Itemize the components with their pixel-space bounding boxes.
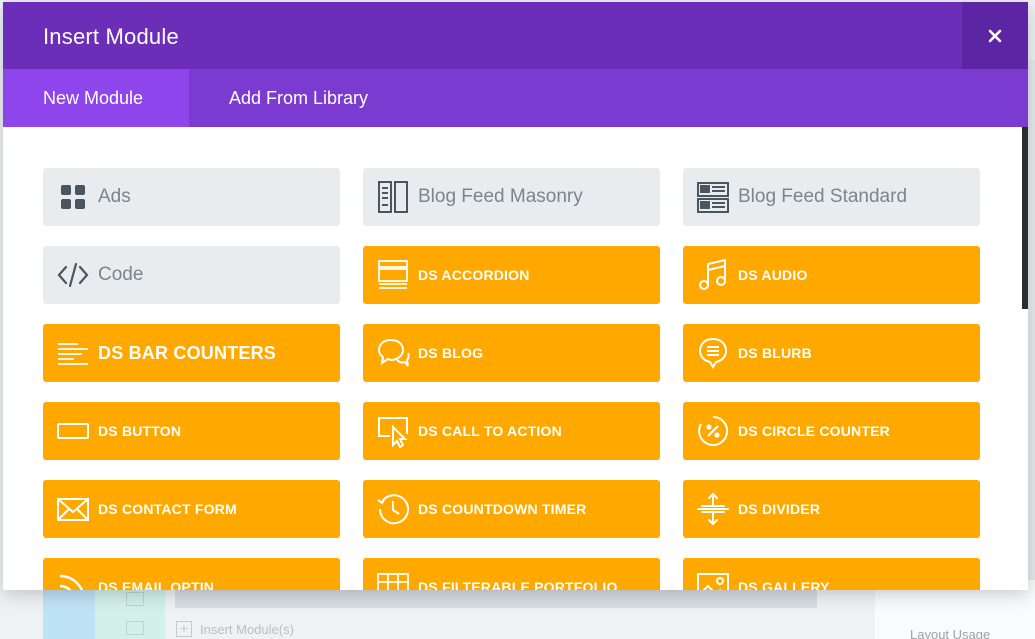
module-label: DS BAR COUNTERS xyxy=(98,342,277,363)
close-icon xyxy=(988,29,1002,42)
columns-icon xyxy=(126,621,144,635)
module-item[interactable]: DS GALLERY xyxy=(683,558,980,590)
button-rect-icon xyxy=(53,411,93,451)
code-icon xyxy=(53,255,93,295)
module-label: Code xyxy=(98,264,144,285)
module-item[interactable]: DS BLURB xyxy=(683,324,980,382)
module-item[interactable]: DS COUNTDOWN TIMER xyxy=(363,480,660,538)
module-item[interactable]: DS EMAIL OPTIN xyxy=(43,558,340,590)
module-label: DS AUDIO xyxy=(738,267,808,283)
module-item[interactable]: Blog Feed Masonry xyxy=(363,168,660,226)
module-item[interactable]: Blog Feed Standard xyxy=(683,168,980,226)
grid-icon xyxy=(53,177,93,217)
module-label: DS ACCORDION xyxy=(418,267,530,283)
accordion-icon xyxy=(373,255,413,295)
module-item[interactable]: DS FILTERABLE PORTFOLIO xyxy=(363,558,660,590)
divider-arrows-icon xyxy=(693,489,733,529)
rss-icon xyxy=(53,567,93,590)
music-note-icon xyxy=(693,255,733,295)
module-label: DS BLOG xyxy=(418,345,484,361)
module-list: Ads Blog Feed Masonry Blog Feed Standard Co… xyxy=(3,127,1028,590)
module-item[interactable]: DS BAR COUNTERS xyxy=(43,324,340,382)
portfolio-grid-icon xyxy=(373,567,413,590)
module-label: DS CIRCLE COUNTER xyxy=(738,423,890,439)
close-button[interactable] xyxy=(962,2,1028,69)
blurb-pin-icon xyxy=(693,333,733,373)
module-item[interactable]: DS CIRCLE COUNTER xyxy=(683,402,980,460)
insert-module-modal: Insert Module New Module Add From Librar… xyxy=(3,2,1028,590)
tab-bar: New Module Add From Library xyxy=(3,69,1028,127)
module-label: Blog Feed Standard xyxy=(738,186,908,207)
module-item[interactable]: Code xyxy=(43,246,340,304)
module-label: DS FILTERABLE PORTFOLIO xyxy=(418,579,618,590)
modal-title: Insert Module xyxy=(43,24,179,49)
module-label: Ads xyxy=(98,186,131,207)
module-label: DS CALL TO ACTION xyxy=(418,423,562,439)
circle-percent-icon xyxy=(693,411,733,451)
insert-modules-label: Insert Module(s) xyxy=(200,621,294,637)
module-label: DS DIVIDER xyxy=(738,501,821,517)
module-item[interactable]: DS BLOG xyxy=(363,324,660,382)
module-label: DS BUTTON xyxy=(98,423,182,439)
masonry-icon xyxy=(373,177,413,217)
module-item[interactable]: DS CONTACT FORM xyxy=(43,480,340,538)
scrollbar-thumb[interactable] xyxy=(1022,127,1028,309)
chat-bubbles-icon xyxy=(373,333,413,373)
cursor-screen-icon xyxy=(373,411,413,451)
tab-label: Add From Library xyxy=(229,87,369,108)
clock-icon xyxy=(373,489,413,529)
background-column xyxy=(43,590,95,639)
module-label: DS COUNTDOWN TIMER xyxy=(418,501,587,517)
module-label: Blog Feed Masonry xyxy=(418,186,583,207)
tab-add-from-library[interactable]: Add From Library xyxy=(189,69,408,127)
module-item[interactable]: Ads xyxy=(43,168,340,226)
module-label: DS EMAIL OPTIN xyxy=(98,579,215,590)
module-item[interactable]: DS BUTTON xyxy=(43,402,340,460)
module-label: DS BLURB xyxy=(738,345,812,361)
image-icon xyxy=(693,567,733,590)
modal-header: Insert Module xyxy=(3,2,1028,69)
layout-usage-label: Layout Usage xyxy=(910,627,991,639)
module-label: DS GALLERY xyxy=(738,579,830,590)
tab-label: New Module xyxy=(43,87,144,108)
right-edge-strip xyxy=(1028,60,1035,580)
module-label: DS CONTACT FORM xyxy=(98,501,237,517)
insert-modules-link[interactable]: + Insert Module(s) xyxy=(176,620,294,638)
list-feed-icon xyxy=(693,177,733,217)
envelope-icon xyxy=(53,489,93,529)
module-grid: Ads Blog Feed Masonry Blog Feed Standard Co… xyxy=(43,168,980,590)
module-item[interactable]: DS ACCORDION xyxy=(363,246,660,304)
background-module-bar xyxy=(175,590,817,608)
tab-new-module[interactable]: New Module xyxy=(3,69,189,127)
bar-lines-icon xyxy=(53,333,93,373)
module-item[interactable]: DS CALL TO ACTION xyxy=(363,402,660,460)
layout-icon xyxy=(126,592,144,606)
module-item[interactable]: DS DIVIDER xyxy=(683,480,980,538)
module-item[interactable]: DS AUDIO xyxy=(683,246,980,304)
plus-icon: + xyxy=(176,621,192,637)
